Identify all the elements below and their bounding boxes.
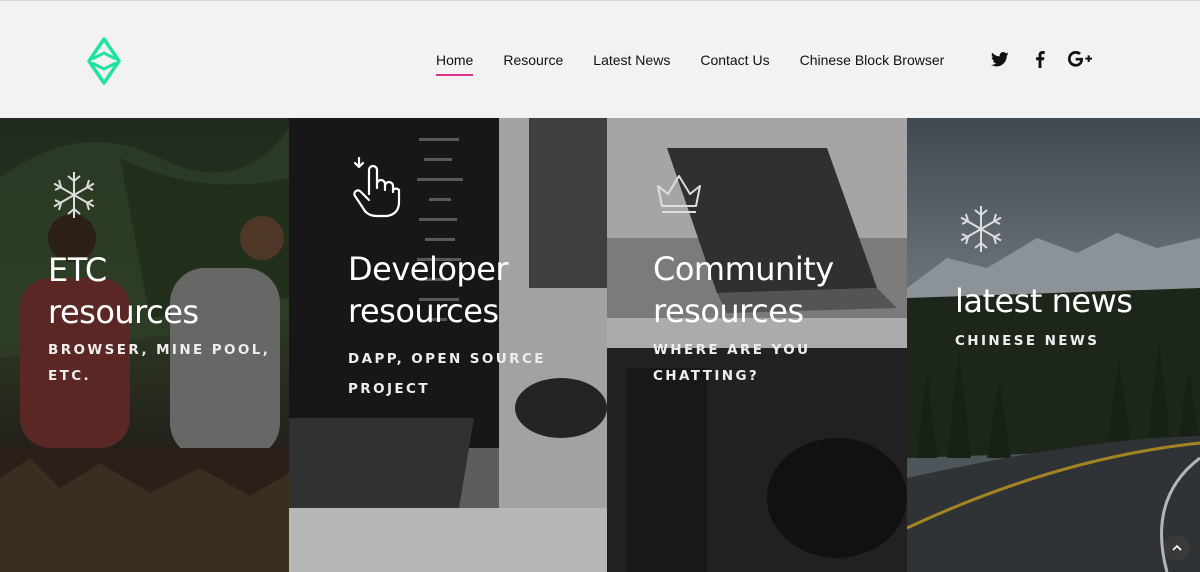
panel-subtitle-line1: BROWSER, MINE POOL,	[48, 342, 271, 358]
nav-contact-us[interactable]: Contact Us	[685, 50, 784, 70]
logo-icon[interactable]	[86, 37, 122, 85]
nav-resource[interactable]: Resource	[488, 50, 578, 70]
panel-title-line1: Community	[653, 250, 834, 288]
nav-latest-news[interactable]: Latest News	[578, 50, 685, 70]
panel-subtitle-line1: WHERE ARE YOU	[653, 342, 811, 358]
panel-subtitle-line2: ETC.	[48, 368, 92, 384]
facebook-icon[interactable]	[1028, 47, 1052, 71]
panel-title-line2: resources	[48, 293, 199, 331]
panel-title-line1: Developer	[348, 250, 509, 288]
snowflake-icon	[956, 204, 1006, 259]
snowflake-icon	[49, 170, 99, 225]
site-header: Home Resource Latest News Contact Us Chi…	[0, 0, 1200, 118]
panel-title: latest news	[955, 282, 1133, 320]
panel-subtitle: CHINESE NEWS	[955, 333, 1100, 349]
main-nav: Home Resource Latest News Contact Us Chi…	[421, 1, 959, 119]
panel-etc-resources[interactable]: ETC resources BROWSER, MINE POOL, ETC.	[0, 118, 289, 572]
panel-title-line2: resources	[348, 292, 499, 330]
panel-subtitle-line1: DAPP, OPEN SOURCE	[348, 351, 546, 367]
panel-title-line1: ETC	[48, 251, 107, 289]
resource-panels: ETC resources BROWSER, MINE POOL, ETC. D…	[0, 118, 1200, 572]
panel-latest-news[interactable]: latest news CHINESE NEWS	[907, 118, 1200, 572]
nav-chinese-block-browser[interactable]: Chinese Block Browser	[785, 50, 960, 70]
panel-subtitle-line2: CHATTING?	[653, 368, 760, 384]
back-to-top-button[interactable]	[1164, 535, 1190, 561]
chevron-up-icon	[1172, 544, 1182, 551]
crown-icon	[654, 170, 704, 221]
google-plus-icon[interactable]	[1068, 47, 1092, 71]
panel-developer-resources[interactable]: Developer resources DAPP, OPEN SOURCE PR…	[289, 118, 607, 572]
panel-title-line2: resources	[653, 292, 804, 330]
social-links	[988, 47, 1092, 71]
twitter-icon[interactable]	[988, 47, 1012, 71]
hand-pointer-icon	[349, 156, 401, 223]
nav-home[interactable]: Home	[421, 50, 488, 76]
panel-community-resources[interactable]: Community resources WHERE ARE YOU CHATTI…	[607, 118, 907, 572]
panel-subtitle-line2: PROJECT	[348, 381, 430, 397]
